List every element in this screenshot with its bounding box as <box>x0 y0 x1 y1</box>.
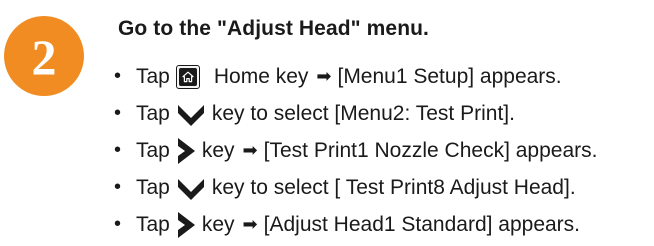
step-heading: Go to the "Adjust Head" menu. <box>118 17 429 40</box>
instruction-result: [Test Print1 Nozzle Check] appears. <box>263 138 598 162</box>
bullet: • <box>114 102 122 124</box>
right-chevron-key-icon <box>176 211 196 239</box>
instruction-item: • Tap key to select [ Test Print8 Adjust… <box>112 169 597 206</box>
instruction-item: • Tap Home key ➡ [Menu1 Setup] appears. <box>112 58 597 95</box>
tap-label: Tap <box>136 64 170 88</box>
tap-label: Tap <box>136 212 170 236</box>
tap-label: Tap <box>136 101 170 125</box>
bullet: • <box>114 176 122 198</box>
instruction-item: • Tap key ➡ [Test Print1 Nozzle Check] a… <box>112 132 597 169</box>
instruction-result: [Menu1 Setup] appears. <box>337 64 562 88</box>
right-arrow-icon: ➡ <box>316 66 332 86</box>
instruction-item: • Tap key to select [Menu2: Test Print]. <box>112 95 597 132</box>
instruction-text: Home key <box>213 64 309 88</box>
right-chevron-key-icon <box>176 137 196 165</box>
bullet: • <box>114 213 122 235</box>
step-number-badge: 2 <box>4 16 84 96</box>
tap-label: Tap <box>136 175 170 199</box>
right-arrow-icon: ➡ <box>242 140 258 160</box>
instruction-text: key <box>201 138 235 162</box>
right-arrow-icon: ➡ <box>242 214 258 234</box>
down-chevron-key-icon <box>176 175 206 201</box>
instruction-text: key to select [Menu2: Test Print]. <box>211 101 515 125</box>
instruction-list: • Tap Home key ➡ [Menu1 Setup] appears. … <box>112 58 597 243</box>
bullet: • <box>114 139 122 161</box>
down-chevron-key-icon <box>176 101 206 127</box>
step-number: 2 <box>31 29 57 85</box>
home-key-icon <box>175 64 200 89</box>
instruction-result: [Adjust Head1 Standard] appears. <box>263 212 581 236</box>
tap-label: Tap <box>136 138 170 162</box>
instruction-item: • Tap key ➡ [Adjust Head1 Standard] appe… <box>112 206 597 243</box>
instruction-text: key to select [ Test Print8 Adjust Head]… <box>211 175 576 199</box>
bullet: • <box>114 65 122 87</box>
instruction-text: key <box>201 212 235 236</box>
